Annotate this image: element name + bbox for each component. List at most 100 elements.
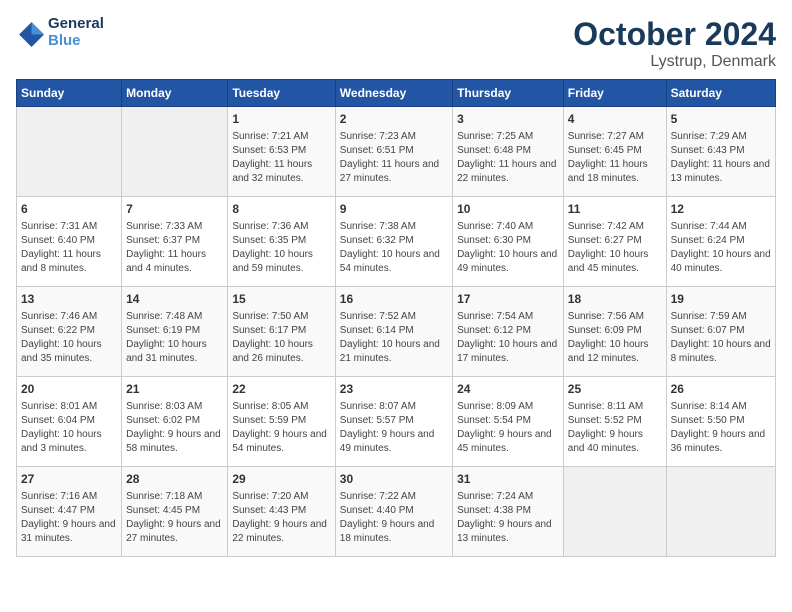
day-number: 16 <box>340 291 448 308</box>
day-info: Daylight: 9 hours and 36 minutes. <box>671 428 771 456</box>
day-info: Sunset: 6:53 PM <box>232 144 330 158</box>
calendar-cell: 1 Sunrise: 7:21 AMSunset: 6:53 PMDaylight… <box>228 107 335 197</box>
calendar-cell <box>563 467 666 557</box>
calendar-week-row: 6Sunrise: 7:31 AMSunset: 6:40 PMDaylight… <box>17 197 776 287</box>
calendar-table: SundayMondayTuesdayWednesdayThursdayFrid… <box>16 79 776 557</box>
day-info: Sunset: 4:47 PM <box>21 504 117 518</box>
day-info: Daylight: 11 hours and 32 minutes. <box>232 158 330 186</box>
day-info: Daylight: 9 hours and 13 minutes. <box>457 518 559 546</box>
day-number: 8 <box>232 201 330 218</box>
logo: General Blue <box>16 16 104 49</box>
day-info: Sunrise: 7:29 AM <box>671 130 771 144</box>
day-info: Sunset: 6:14 PM <box>340 324 448 338</box>
month-title: October 2024 <box>573 16 776 53</box>
day-info: Sunset: 6:02 PM <box>126 414 223 428</box>
day-info: Daylight: 9 hours and 18 minutes. <box>340 518 448 546</box>
logo-icon <box>16 19 44 47</box>
calendar-cell: 29 Sunrise: 7:20 AMSunset: 4:43 PMDayligh… <box>228 467 335 557</box>
calendar-cell <box>122 107 228 197</box>
day-info: Sunset: 6:32 PM <box>340 234 448 248</box>
calendar-cell: 28Sunrise: 7:18 AMSunset: 4:45 PMDayligh… <box>122 467 228 557</box>
day-info: Daylight: 9 hours and 58 minutes. <box>126 428 223 456</box>
weekday-header: Monday <box>122 80 228 107</box>
day-info: Sunrise: 7:31 AM <box>21 220 117 234</box>
day-info: Sunrise: 7:42 AM <box>568 220 662 234</box>
day-info: Sunset: 6:12 PM <box>457 324 559 338</box>
day-info: Sunrise: 7:33 AM <box>126 220 223 234</box>
day-info: Sunrise: 7:56 AM <box>568 310 662 324</box>
day-number: 4 <box>568 111 662 128</box>
day-info: Sunset: 6:40 PM <box>21 234 117 248</box>
calendar-cell: 15Sunrise: 7:50 AMSunset: 6:17 PMDayligh… <box>228 287 335 377</box>
day-info: Sunset: 6:35 PM <box>232 234 330 248</box>
day-info: Daylight: 10 hours and 45 minutes. <box>568 248 662 276</box>
calendar-cell: 30Sunrise: 7:22 AMSunset: 4:40 PMDayligh… <box>335 467 452 557</box>
day-info: Sunset: 6:51 PM <box>340 144 448 158</box>
day-info: Sunset: 4:43 PM <box>232 504 330 518</box>
calendar-cell: 8Sunrise: 7:36 AMSunset: 6:35 PMDaylight… <box>228 197 335 287</box>
day-number: 14 <box>126 291 223 308</box>
day-info: Sunset: 6:07 PM <box>671 324 771 338</box>
day-info: Sunset: 6:04 PM <box>21 414 117 428</box>
day-number: 29 <box>232 471 330 488</box>
calendar-week-row: 13 Sunrise: 7:46 AMSunset: 6:22 PM Dayligh… <box>17 287 776 377</box>
day-info: Sunrise: 7:20 AM <box>232 490 330 504</box>
calendar-cell: 11Sunrise: 7:42 AMSunset: 6:27 PMDayligh… <box>563 197 666 287</box>
calendar-cell: 16 Sunrise: 7:52 AMSunset: 6:14 PMDayligh… <box>335 287 452 377</box>
day-number: 13 <box>21 291 117 308</box>
day-info: Sunrise: 8:14 AM <box>671 400 771 414</box>
day-info: Sunrise: 8:03 AM <box>126 400 223 414</box>
day-info: Sunset: 4:40 PM <box>340 504 448 518</box>
day-info: Daylight: 11 hours and 22 minutes. <box>457 158 559 186</box>
day-number: 9 <box>340 201 448 218</box>
day-number: 7 <box>126 201 223 218</box>
day-info: Sunset: 5:52 PM <box>568 414 662 428</box>
day-info: Sunrise: 7:21 AM <box>232 130 330 144</box>
day-info: Sunrise: 8:11 AM <box>568 400 662 414</box>
day-info: Daylight: 9 hours and 31 minutes. <box>21 518 117 546</box>
day-info: Daylight: 10 hours and 26 minutes. <box>232 338 330 366</box>
day-info: Sunrise: 7:52 AM <box>340 310 448 324</box>
weekday-header: Wednesday <box>335 80 452 107</box>
calendar-cell: 25Sunrise: 8:11 AMSunset: 5:52 PMDayligh… <box>563 377 666 467</box>
calendar-body: 1Sunrise: 7:21 AMSunset: 6:53 PMDaylight… <box>17 107 776 557</box>
day-info: Daylight: 9 hours and 22 minutes. <box>232 518 330 546</box>
location: Lystrup, Denmark <box>573 53 776 71</box>
day-number: 15 <box>232 291 330 308</box>
day-info: Daylight: 10 hours and 3 minutes. <box>21 428 117 456</box>
calendar-week-row: 27Sunrise: 7:16 AMSunset: 4:47 PMDayligh… <box>17 467 776 557</box>
day-info: Daylight: 10 hours and 21 minutes. <box>340 338 448 366</box>
day-number: 3 <box>457 111 559 128</box>
day-info: Daylight: 10 hours and 31 minutes. <box>126 338 223 366</box>
day-info: Sunset: 5:54 PM <box>457 414 559 428</box>
day-info: Sunrise: 7:46 AM <box>21 310 117 324</box>
day-info: Sunrise: 8:09 AM <box>457 400 559 414</box>
day-number: 17 <box>457 291 559 308</box>
day-number: 5 <box>671 111 771 128</box>
day-info: Sunset: 6:45 PM <box>568 144 662 158</box>
day-info: Sunrise: 7:22 AM <box>340 490 448 504</box>
day-info: Daylight: 10 hours and 8 minutes. <box>671 338 771 366</box>
calendar-week-row: 20Sunrise: 8:01 AMSunset: 6:04 PMDayligh… <box>17 377 776 467</box>
day-number: 20 <box>21 381 117 398</box>
day-info: Sunset: 6:22 PM <box>21 324 117 338</box>
day-info: Sunrise: 7:18 AM <box>126 490 223 504</box>
calendar-cell: 26Sunrise: 8:14 AMSunset: 5:50 PMDayligh… <box>666 377 775 467</box>
day-number: 22 <box>232 381 330 398</box>
day-info: Sunrise: 7:54 AM <box>457 310 559 324</box>
calendar-cell: 10Sunrise: 7:40 AMSunset: 6:30 PMDayligh… <box>453 197 564 287</box>
day-info: Sunrise: 8:01 AM <box>21 400 117 414</box>
day-info: Sunrise: 7:44 AM <box>671 220 771 234</box>
day-info: Sunset: 4:45 PM <box>126 504 223 518</box>
day-number: 12 <box>671 201 771 218</box>
day-number: 25 <box>568 381 662 398</box>
day-info: Sunrise: 7:36 AM <box>232 220 330 234</box>
day-info: Sunset: 5:57 PM <box>340 414 448 428</box>
weekday-header: Thursday <box>453 80 564 107</box>
weekday-header: Sunday <box>17 80 122 107</box>
day-info: Sunrise: 7:23 AM <box>340 130 448 144</box>
day-info: Sunrise: 7:16 AM <box>21 490 117 504</box>
day-number: 1 <box>232 111 330 128</box>
day-info: Daylight: 9 hours and 27 minutes. <box>126 518 223 546</box>
day-info: Sunset: 6:17 PM <box>232 324 330 338</box>
